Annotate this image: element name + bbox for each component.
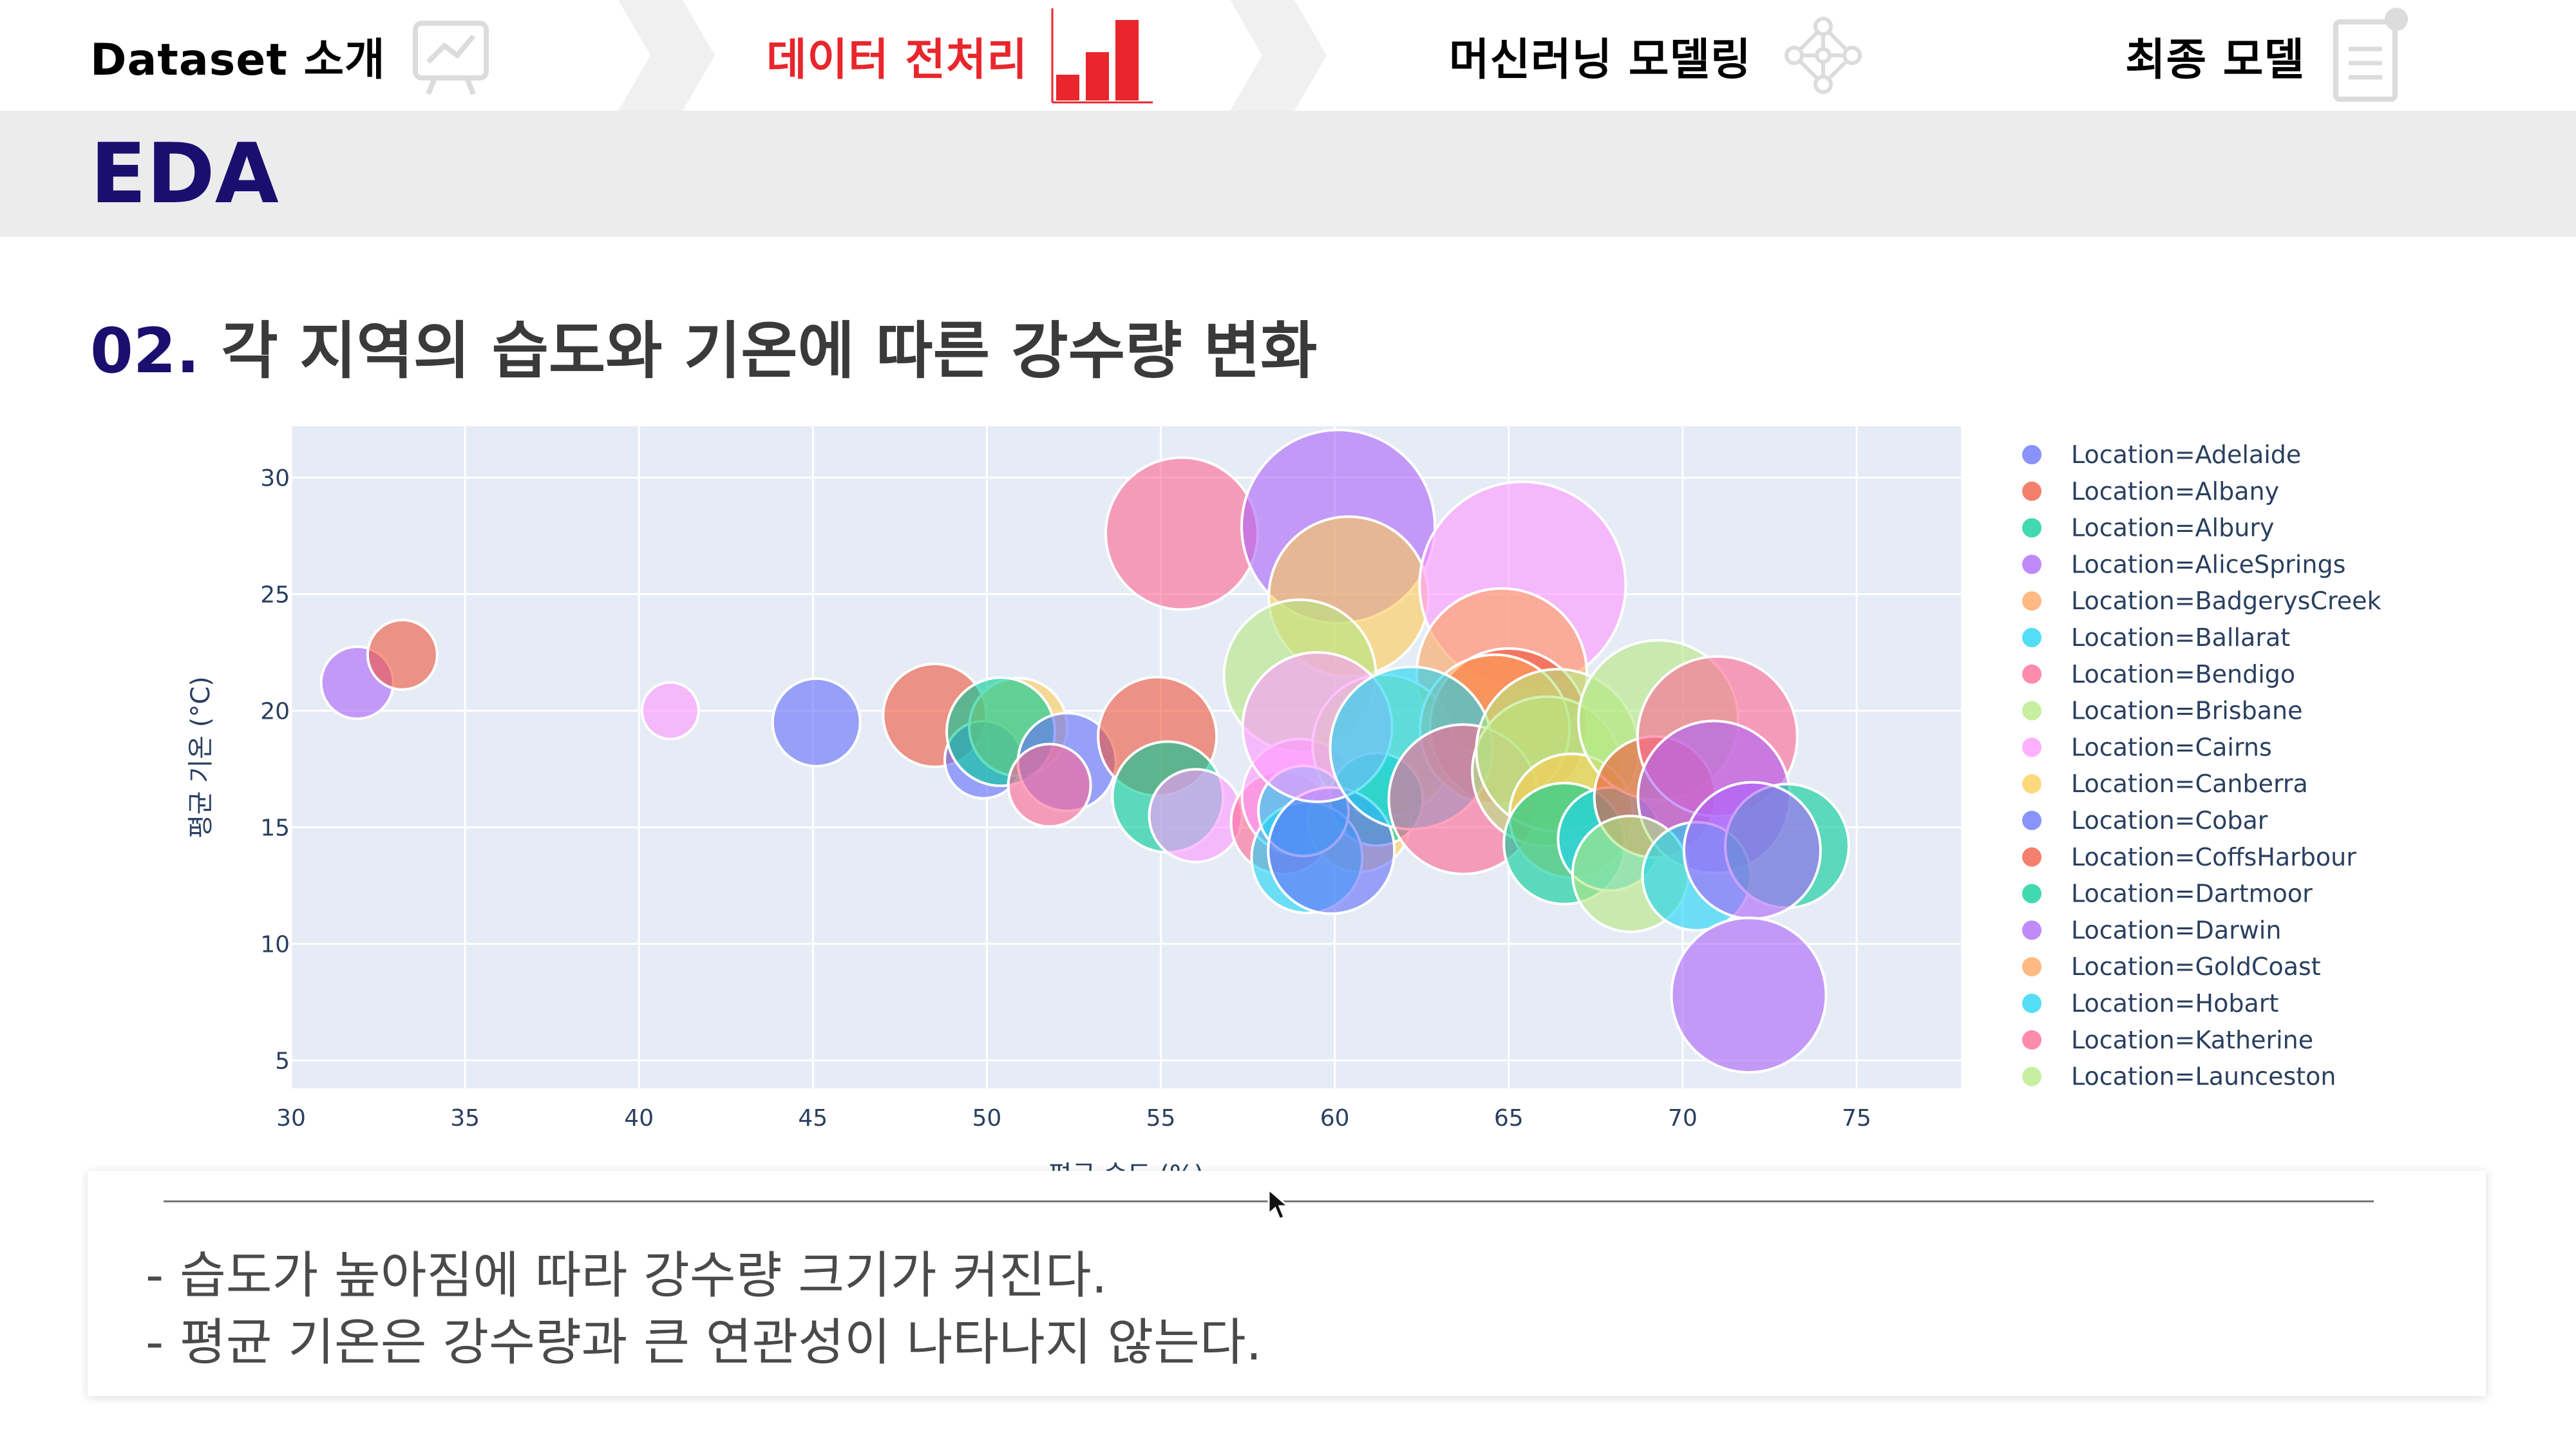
- legend-marker: [2022, 518, 2041, 538]
- legend-label: Location=Cobar: [2071, 806, 2268, 835]
- x-tick-labels: 30 35 40 45 50 55 60 65 70 75: [276, 1105, 1871, 1132]
- legend-item[interactable]: Location=Hobart: [2022, 989, 2278, 1018]
- legend-label: Location=BadgerysCreek: [2071, 587, 2382, 615]
- legend-marker: [2022, 994, 2041, 1013]
- bubble-point[interactable]: [1104, 456, 1259, 611]
- legend-item[interactable]: Location=Adelaide: [2022, 440, 2301, 469]
- y-tick-label: 30: [260, 466, 290, 492]
- legend-label: Location=Brisbane: [2071, 697, 2302, 725]
- legend-marker: [2022, 1030, 2041, 1050]
- bubble-point[interactable]: [1670, 916, 1828, 1074]
- x-tick-label: 35: [450, 1105, 480, 1132]
- legend: Location=Adelaide Location=Albany Location…: [2022, 440, 2382, 1091]
- legend-item[interactable]: Location=Cairns: [2022, 733, 2272, 761]
- legend-item[interactable]: Location=Brisbane: [2022, 697, 2302, 725]
- mouse-cursor-icon: [1267, 1188, 1291, 1220]
- legend-marker: [2022, 957, 2041, 977]
- legend-item[interactable]: Location=Bendigo: [2022, 660, 2295, 688]
- bubble-point[interactable]: [1007, 743, 1092, 828]
- y-axis-title: 평균 기온 (°C): [186, 676, 216, 838]
- note-line-2: - 평균 기온은 강수량과 큰 연관성이 나타나지 않는다.: [146, 1314, 1262, 1372]
- legend-marker: [2022, 701, 2041, 721]
- bubble-point[interactable]: [1682, 781, 1822, 920]
- legend-label: Location=Adelaide: [2071, 440, 2301, 469]
- legend-marker: [2022, 1066, 2041, 1086]
- legend-item[interactable]: Location=Launceston: [2022, 1063, 2336, 1091]
- legend-label: Location=Katherine: [2071, 1026, 2313, 1054]
- x-tick-label: 75: [1842, 1105, 1871, 1132]
- legend-item[interactable]: Location=Albany: [2022, 477, 2279, 506]
- y-tick-label: 25: [260, 582, 290, 609]
- legend-marker: [2022, 481, 2041, 501]
- bubble-point[interactable]: [640, 681, 700, 741]
- legend-marker: [2022, 774, 2041, 794]
- legend-label: Location=Ballarat: [2071, 623, 2290, 652]
- legend-item[interactable]: Location=CoffsHarbour: [2022, 843, 2356, 871]
- bubble-point[interactable]: [366, 618, 439, 691]
- legend-label: Location=AliceSprings: [2071, 550, 2345, 578]
- y-tick-label: 20: [260, 699, 290, 725]
- x-tick-label: 45: [798, 1105, 828, 1132]
- legend-marker: [2022, 554, 2041, 574]
- legend-label: Location=GoldCoast: [2071, 952, 2321, 981]
- legend-label: Location=Albury: [2071, 514, 2274, 542]
- note-line-1: - 습도가 높아짐에 따라 강수량 크기가 커진다.: [146, 1247, 1108, 1305]
- legend-label: Location=Bendigo: [2071, 660, 2295, 688]
- legend-item[interactable]: Location=AliceSprings: [2022, 550, 2345, 578]
- bubble-chart: 30354045505560657075 51015202530 평균 습도 (…: [186, 426, 2382, 1172]
- legend-marker: [2022, 628, 2041, 647]
- legend-marker: [2022, 811, 2041, 830]
- legend-label: Location=Hobart: [2071, 989, 2278, 1018]
- bubble-point[interactable]: [771, 677, 862, 768]
- x-tick-label: 55: [1146, 1105, 1176, 1132]
- legend-label: Location=Dartmoor: [2071, 880, 2313, 908]
- legend-marker: [2022, 884, 2041, 904]
- legend-label: Location=Darwin: [2071, 916, 2281, 944]
- legend-marker: [2022, 445, 2041, 464]
- legend-label: Location=Albany: [2071, 477, 2279, 506]
- legend-marker: [2022, 737, 2041, 757]
- bubble-point[interactable]: [1148, 768, 1244, 864]
- legend-marker: [2022, 847, 2041, 867]
- y-tick-label: 5: [275, 1048, 290, 1075]
- x-tick-label: 50: [972, 1105, 1002, 1132]
- y-tick-label: 10: [260, 932, 290, 958]
- legend-marker: [2022, 920, 2041, 940]
- y-tick-label: 15: [260, 815, 290, 842]
- legend-item[interactable]: Location=Cobar: [2022, 806, 2268, 835]
- legend-item[interactable]: Location=Canberra: [2022, 770, 2308, 798]
- legend-item[interactable]: Location=Darwin: [2022, 916, 2281, 944]
- y-tick-labels: 5 10 15 20 25 30: [260, 466, 290, 1075]
- x-tick-label: 60: [1320, 1105, 1350, 1132]
- legend-marker: [2022, 591, 2041, 611]
- x-tick-label: 40: [624, 1105, 654, 1132]
- legend-item[interactable]: Location=Dartmoor: [2022, 880, 2313, 908]
- x-tick-label: 65: [1494, 1105, 1524, 1132]
- legend-item[interactable]: Location=Ballarat: [2022, 623, 2290, 652]
- legend-label: Location=CoffsHarbour: [2071, 843, 2356, 871]
- legend-label: Location=Cairns: [2071, 733, 2272, 761]
- legend-marker: [2022, 664, 2041, 684]
- legend-label: Location=Launceston: [2071, 1063, 2336, 1091]
- legend-item[interactable]: Location=Albury: [2022, 514, 2274, 542]
- x-tick-label: 70: [1668, 1105, 1698, 1132]
- x-tick-label: 30: [276, 1105, 306, 1132]
- legend-item[interactable]: Location=GoldCoast: [2022, 952, 2321, 981]
- legend-item[interactable]: Location=BadgerysCreek: [2022, 587, 2382, 615]
- legend-label: Location=Canberra: [2071, 770, 2308, 798]
- legend-item[interactable]: Location=Katherine: [2022, 1026, 2313, 1054]
